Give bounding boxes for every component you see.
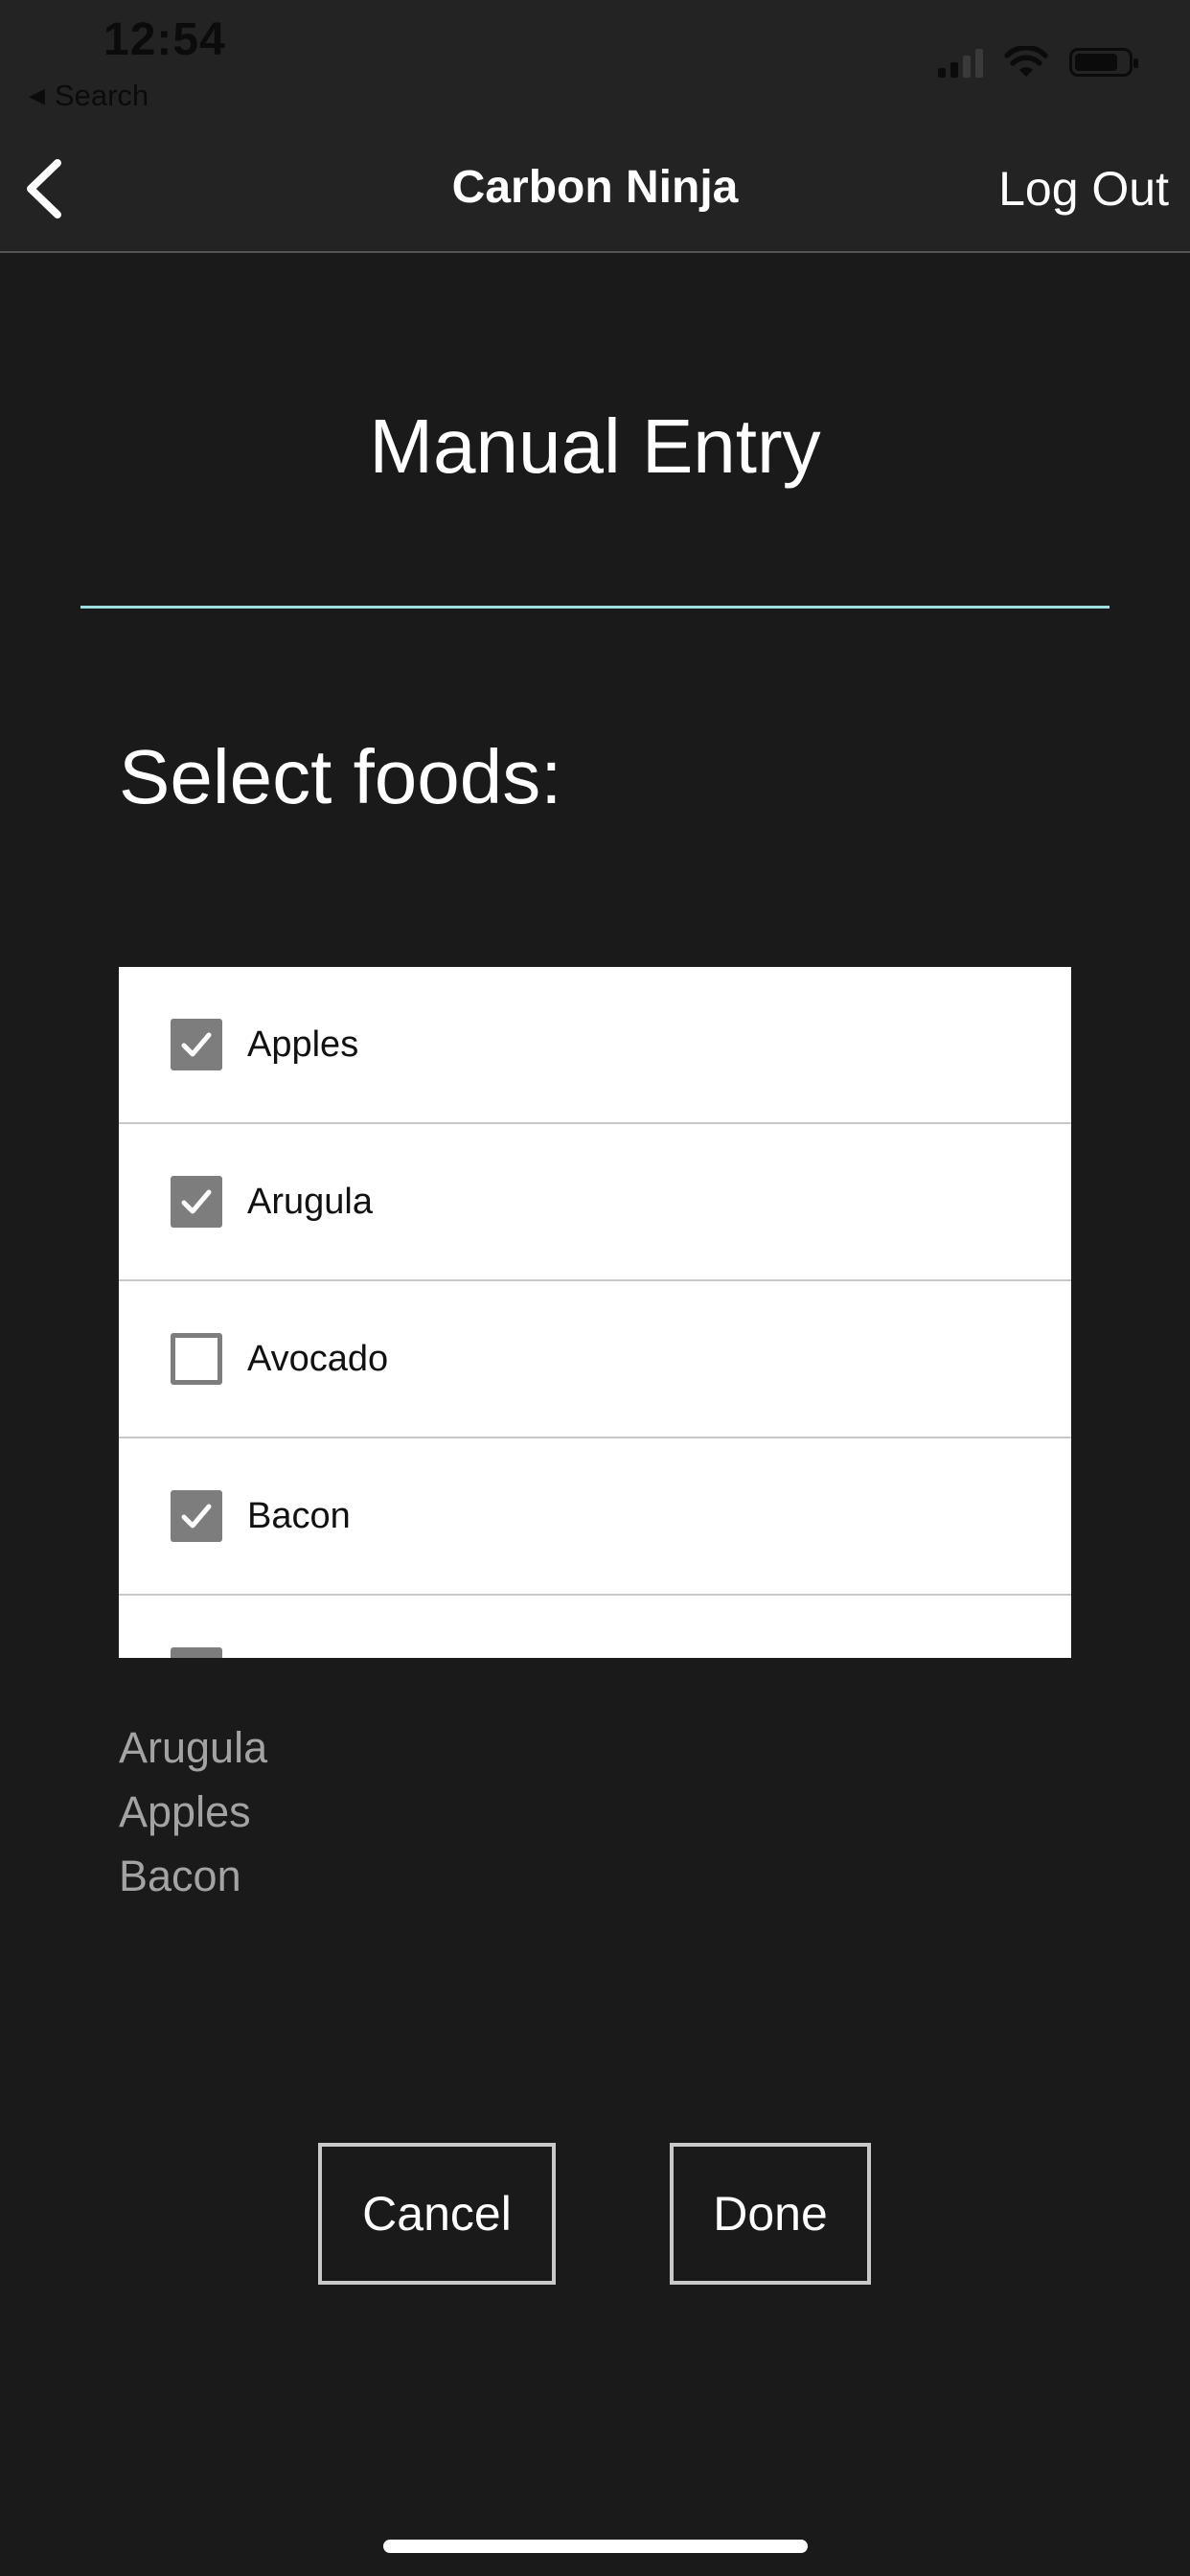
checkmark-icon xyxy=(181,1189,212,1214)
navigation-bar: Carbon Ninja Log Out xyxy=(0,125,1190,253)
checkbox[interactable] xyxy=(171,1333,222,1385)
food-item-arugula[interactable]: Arugula xyxy=(119,1124,1071,1281)
selected-food: Apples xyxy=(119,1787,251,1836)
food-label: Arugula xyxy=(247,1181,373,1222)
checkmark-icon xyxy=(177,1654,216,1658)
selected-food: Arugula xyxy=(119,1723,268,1772)
divider xyxy=(80,606,1110,609)
wifi-icon xyxy=(1004,46,1048,77)
food-item-bacon[interactable]: Bacon xyxy=(119,1438,1071,1596)
food-item-avocado[interactable]: Avocado xyxy=(119,1281,1071,1438)
back-app-label: Search xyxy=(54,79,149,112)
food-label: Avocado xyxy=(247,1338,389,1379)
home-indicator[interactable] xyxy=(383,2540,808,2553)
food-item-partial[interactable] xyxy=(119,1596,1071,1658)
food-list[interactable]: Apples Arugula Avocado Bacon xyxy=(119,967,1071,1658)
page-title: Manual Entry xyxy=(369,403,821,489)
done-button[interactable]: Done xyxy=(670,2143,871,2285)
status-bar: 12:54 ◀ Search xyxy=(0,0,1190,125)
food-item-apples[interactable]: Apples xyxy=(119,967,1071,1124)
battery-icon xyxy=(1069,48,1138,77)
status-time: 12:54 xyxy=(103,14,226,65)
selected-foods-list: Arugula Apples Bacon xyxy=(119,1715,267,1908)
checkmark-icon xyxy=(181,1032,212,1057)
food-label: Bacon xyxy=(247,1495,351,1536)
status-icons xyxy=(938,46,1138,79)
cellular-signal-icon xyxy=(938,47,983,78)
checkbox[interactable] xyxy=(171,1647,222,1658)
checkmark-icon xyxy=(181,1504,212,1529)
checkbox[interactable] xyxy=(171,1176,222,1228)
log-out-button[interactable]: Log Out xyxy=(998,161,1169,217)
checkbox[interactable] xyxy=(171,1019,222,1070)
select-foods-label: Select foods: xyxy=(119,734,562,819)
back-to-app-link[interactable]: ◀ Search xyxy=(29,79,149,113)
selected-food: Bacon xyxy=(119,1852,241,1900)
back-triangle-icon: ◀ xyxy=(29,83,45,107)
cancel-button[interactable]: Cancel xyxy=(318,2143,556,2285)
checkbox[interactable] xyxy=(171,1490,222,1542)
food-label: Apples xyxy=(247,1024,359,1065)
